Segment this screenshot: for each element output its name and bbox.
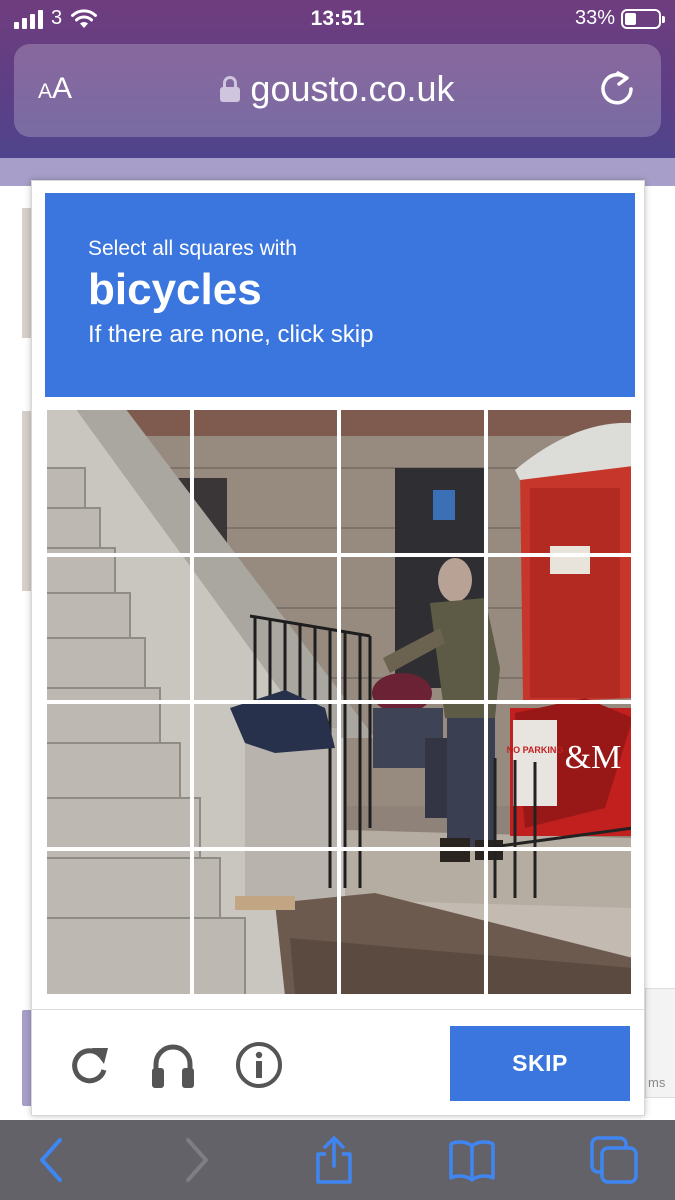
bookmarks-icon[interactable] — [448, 1136, 496, 1184]
captcha-tile[interactable] — [339, 849, 486, 996]
battery-percent: 33% — [574, 7, 615, 29]
captcha-tile[interactable] — [486, 849, 633, 996]
recaptcha-badge[interactable]: ms — [645, 988, 675, 1098]
captcha-tile[interactable] — [192, 408, 339, 555]
reload-icon[interactable] — [597, 69, 637, 109]
captcha-tile[interactable] — [339, 555, 486, 702]
captcha-tile[interactable] — [192, 555, 339, 702]
back-icon[interactable] — [28, 1136, 76, 1184]
share-icon[interactable] — [310, 1136, 358, 1184]
browser-toolbar — [0, 1120, 675, 1200]
status-time: 13:51 — [310, 7, 365, 30]
skip-button[interactable]: SKIP — [450, 1026, 630, 1101]
captcha-tile[interactable] — [339, 702, 486, 849]
captcha-footer: SKIP — [32, 1009, 644, 1116]
skip-hint-text: If there are none, click skip — [88, 321, 374, 348]
info-icon[interactable] — [234, 1040, 284, 1090]
address-bar[interactable]: AA gousto.co.uk — [14, 44, 661, 137]
page-side-tab — [22, 1010, 31, 1106]
battery-icon — [621, 8, 665, 29]
captcha-tile[interactable] — [45, 555, 192, 702]
captcha-image-grid: NO PARKING &M — [45, 408, 633, 996]
captcha-tile[interactable] — [486, 555, 633, 702]
captcha-tile[interactable] — [192, 849, 339, 996]
reload-challenge-icon[interactable] — [64, 1040, 114, 1090]
captcha-tile[interactable] — [45, 702, 192, 849]
instruction-text: Select all squares with — [88, 237, 297, 260]
status-bar: 3 13:51 33% — [0, 0, 675, 38]
captcha-tile[interactable] — [486, 408, 633, 555]
captcha-tile[interactable] — [192, 702, 339, 849]
url-text[interactable]: gousto.co.uk — [250, 68, 454, 110]
target-object-label: bicycles — [88, 265, 262, 314]
forward-icon[interactable] — [172, 1136, 220, 1184]
lock-icon — [220, 76, 241, 102]
captcha-tile[interactable] — [339, 408, 486, 555]
captcha-tile[interactable] — [486, 702, 633, 849]
tabs-icon[interactable] — [590, 1136, 638, 1184]
captcha-tile[interactable] — [45, 408, 192, 555]
captcha-tile-grid — [45, 408, 633, 996]
browser-top-bar: 3 13:51 33% AA gousto.co.uk — [0, 0, 675, 158]
captcha-instructions: Select all squares with bicycles If ther… — [45, 193, 635, 397]
captcha-dialog: Select all squares with bicycles If ther… — [31, 180, 645, 1116]
audio-challenge-icon[interactable] — [148, 1040, 198, 1090]
captcha-tile[interactable] — [45, 849, 192, 996]
